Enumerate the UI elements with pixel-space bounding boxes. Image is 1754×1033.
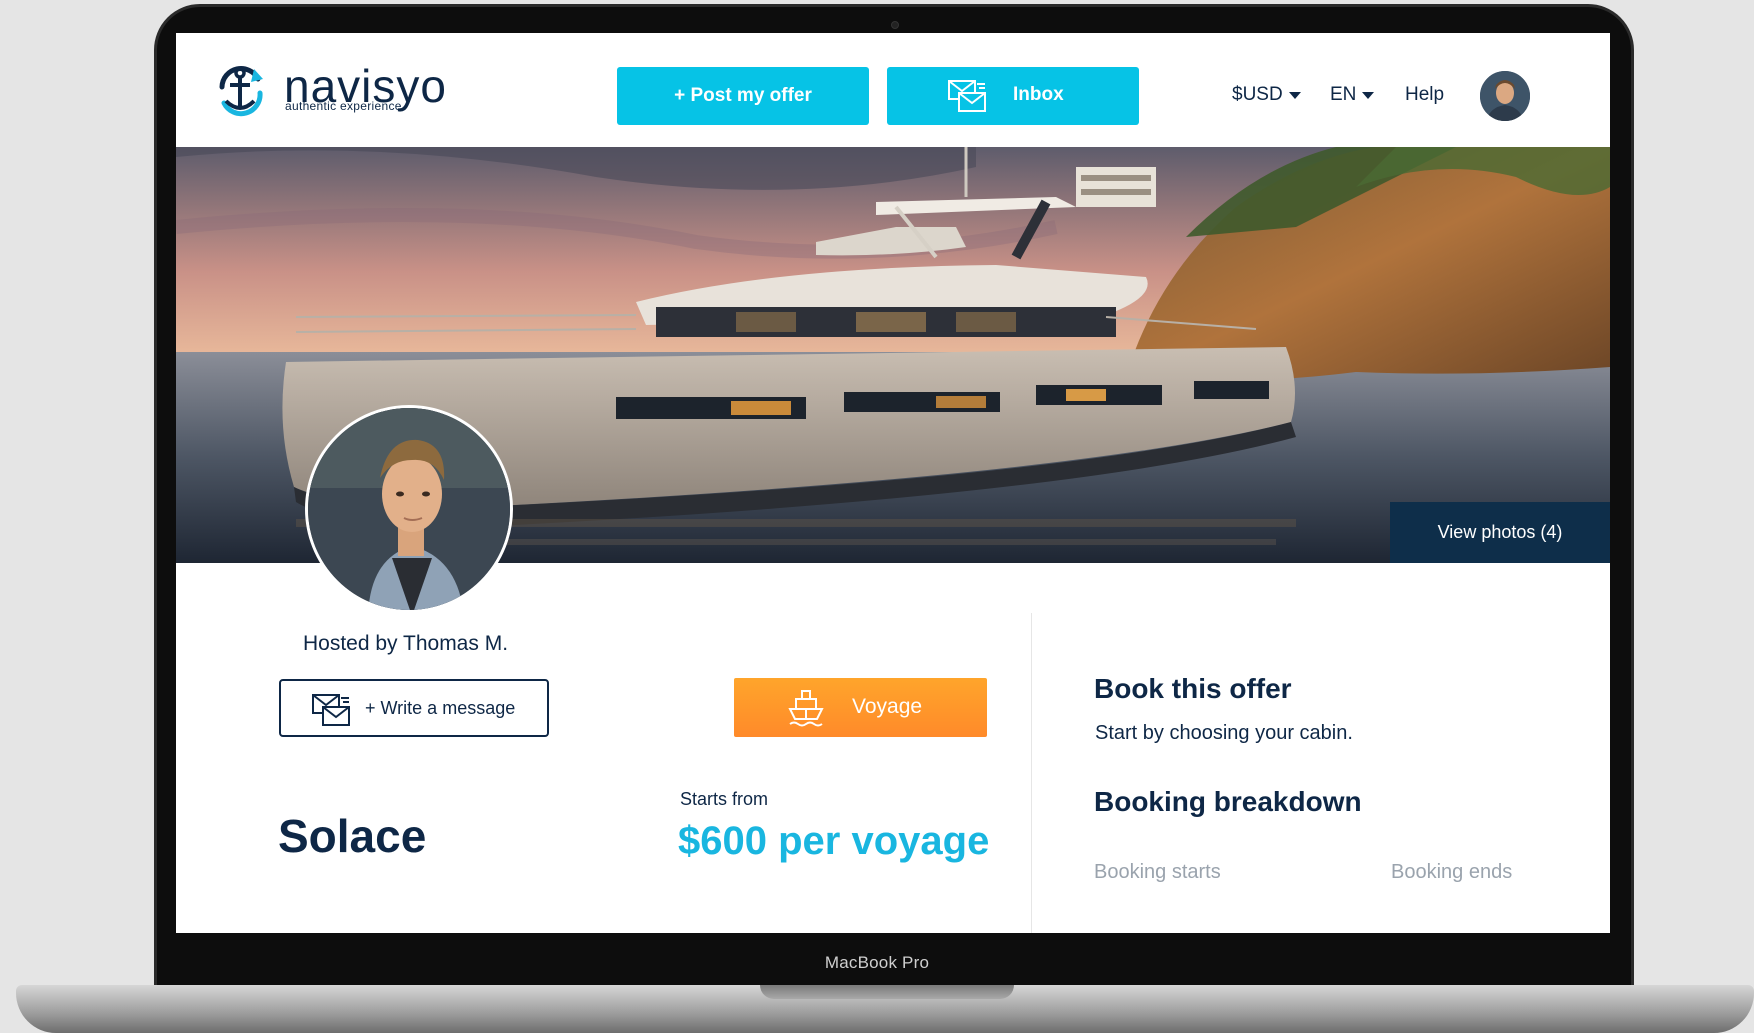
book-offer-heading: Book this offer [1094, 673, 1292, 704]
offer-price: $600 per voyage [678, 819, 990, 863]
column-divider [1031, 613, 1032, 933]
help-link[interactable]: Help [1405, 84, 1444, 106]
language-value: EN [1330, 84, 1357, 105]
booking-breakdown-heading: Booking breakdown [1094, 786, 1362, 817]
device-label: MacBook Pro [824, 953, 930, 972]
host-portrait [308, 408, 510, 610]
anchor-icon [219, 65, 263, 117]
caret-down-icon [1362, 91, 1375, 99]
user-portrait [1480, 71, 1530, 121]
laptop-notch [760, 985, 1014, 999]
mail-icon [948, 80, 986, 112]
currency-value: $USD [1232, 84, 1283, 105]
language-dropdown[interactable]: EN [1330, 84, 1375, 106]
write-message-button[interactable]: + Write a message [279, 679, 549, 737]
app-screen: navisyo authentic experience + Post my o… [176, 33, 1610, 933]
navisyo-logo[interactable]: navisyo authentic experience [214, 63, 484, 127]
write-message-label: + Write a message [365, 698, 516, 718]
book-offer-subtitle: Start by choosing your cabin. [1095, 722, 1353, 744]
mail-icon [312, 694, 350, 726]
view-photos-button[interactable]: View photos (4) [1390, 502, 1610, 563]
inbox-button[interactable]: Inbox [887, 67, 1139, 125]
offer-title: Solace [278, 810, 427, 862]
voyage-label: Voyage [852, 695, 923, 718]
user-avatar[interactable] [1480, 71, 1530, 121]
voyage-category-button[interactable]: Voyage [734, 678, 987, 737]
booking-starts-label: Booking starts [1094, 861, 1221, 883]
post-offer-button[interactable]: + Post my offer [617, 67, 869, 125]
hosted-by-text: Hosted by Thomas M. [303, 632, 509, 655]
logo-tagline: authentic experience [285, 99, 402, 113]
starts-from-label: Starts from [680, 789, 769, 809]
top-navigation: navisyo authentic experience + Post my o… [176, 33, 1610, 147]
booking-ends-label: Booking ends [1391, 861, 1513, 883]
host-avatar[interactable] [305, 405, 513, 613]
caret-down-icon [1288, 91, 1301, 99]
ship-icon [788, 690, 824, 727]
currency-dropdown[interactable]: $USD [1232, 84, 1301, 106]
inbox-label: Inbox [1013, 84, 1064, 105]
camera-icon [891, 21, 899, 29]
